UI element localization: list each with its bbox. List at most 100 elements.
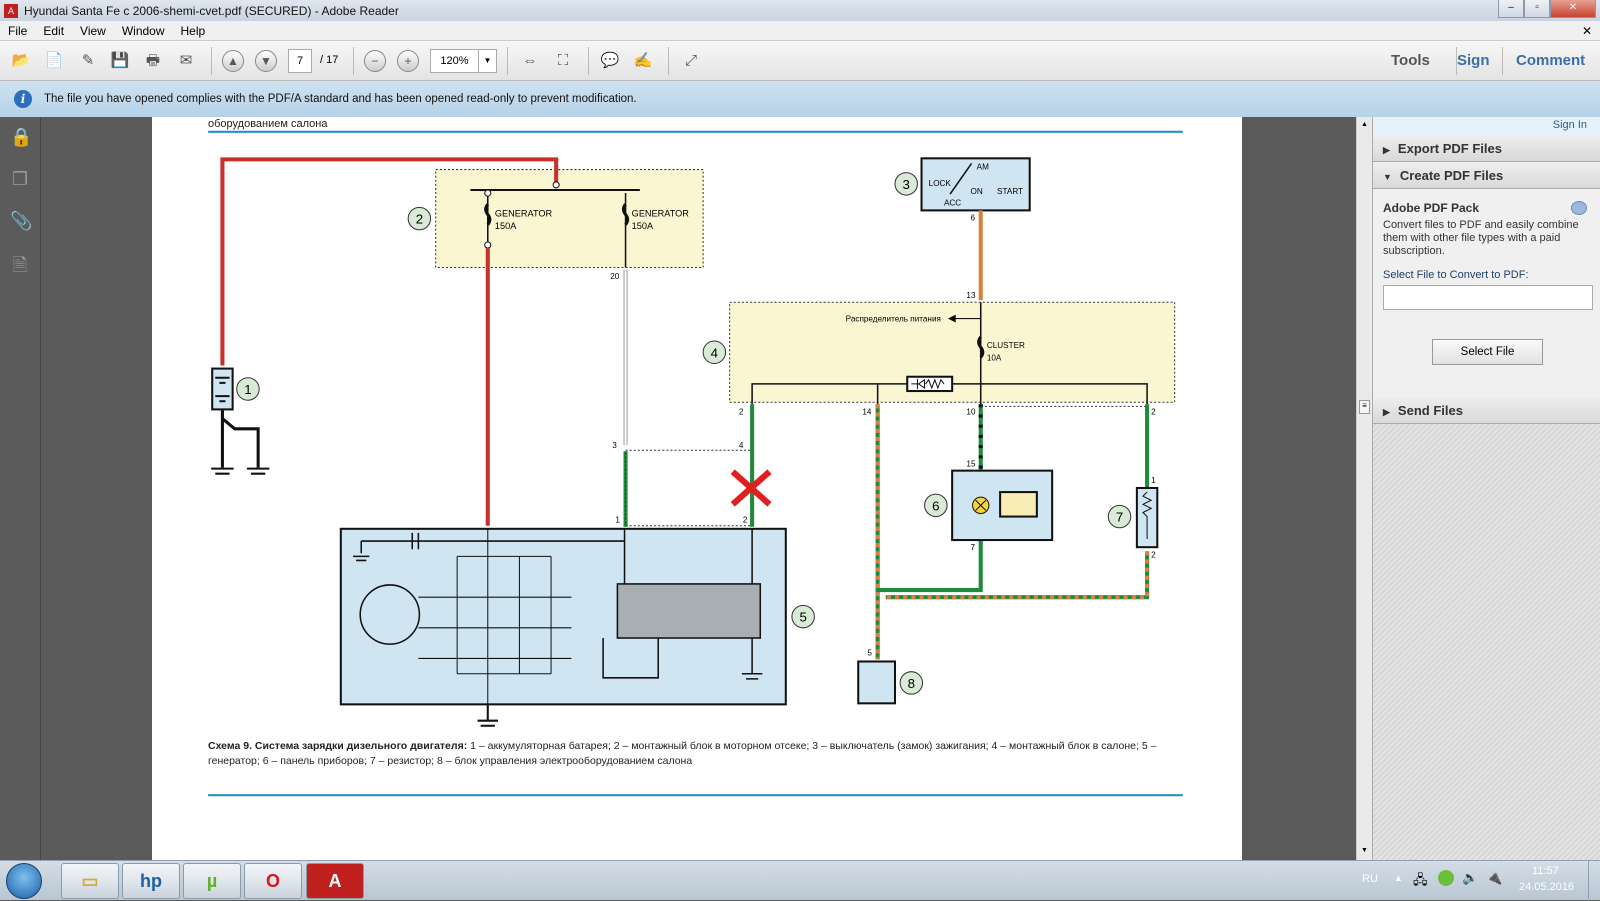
pin-label: 14: [862, 408, 872, 417]
attachment-icon[interactable]: 📎: [10, 211, 32, 233]
full-screen-icon[interactable]: ⤢: [680, 50, 702, 72]
sign-tab[interactable]: Sign: [1457, 52, 1490, 69]
pin-label: 7: [971, 543, 976, 552]
fuse-label: CLUSTER: [987, 341, 1025, 350]
callout-3: 3: [894, 172, 918, 196]
open-icon[interactable]: 📂: [10, 50, 32, 72]
callout-2: 2: [407, 206, 432, 231]
send-files-section[interactable]: ▶ Send Files: [1373, 397, 1600, 424]
svg-text:3: 3: [903, 177, 910, 192]
switch-label: ON: [971, 187, 983, 196]
export-pdf-section[interactable]: ▶ Export PDF Files: [1373, 135, 1600, 162]
pin-label: 2: [1151, 550, 1156, 559]
pin-label: 15: [966, 460, 976, 469]
figure-caption: Схема 9. Система зарядки дизельного двиг…: [208, 739, 1186, 769]
menu-edit[interactable]: Edit: [35, 24, 72, 38]
zoom-out-icon[interactable]: −: [364, 50, 386, 72]
file-path-input[interactable]: [1383, 285, 1593, 310]
next-page-icon[interactable]: ▼: [255, 50, 277, 72]
sign-in-link[interactable]: Sign In: [1373, 117, 1600, 135]
show-hidden-icons[interactable]: ▲: [1394, 873, 1403, 883]
minimize-button[interactable]: –: [1498, 0, 1524, 18]
page-total: / 17: [320, 54, 339, 66]
taskbar-utorrent[interactable]: µ: [183, 863, 241, 899]
pin-label: 4: [739, 441, 744, 450]
menu-window[interactable]: Window: [114, 24, 173, 38]
chevron-down-icon[interactable]: ▼: [478, 50, 496, 72]
caret-right-icon: ▶: [1383, 407, 1390, 417]
taskbar: ▭ hp µ O A RU ▲ 🖧 🔈 🔌 11:57 24.05.2016: [0, 860, 1600, 901]
volume-icon[interactable]: 🔈: [1462, 870, 1478, 886]
pin-label: 1: [1151, 476, 1156, 485]
fit-width-icon[interactable]: ⇔: [519, 50, 541, 72]
header-fragment: оборудованием салона: [208, 118, 328, 130]
scroll-up-icon[interactable]: ▲: [1357, 121, 1372, 128]
power-icon[interactable]: 🔌: [1486, 870, 1502, 886]
previous-page-icon[interactable]: ▲: [222, 50, 244, 72]
start-button[interactable]: [6, 863, 42, 899]
scroll-down-icon[interactable]: ▼: [1361, 847, 1368, 854]
fuse-rating: 10A: [987, 353, 1002, 362]
taskbar-adobe-reader[interactable]: A: [306, 863, 364, 899]
menu-help[interactable]: Help: [173, 24, 214, 38]
comment-tab[interactable]: Comment: [1516, 52, 1585, 69]
title-bar: A Hyundai Santa Fe c 2006-shemi-cvet.pdf…: [0, 0, 1600, 21]
pack-title: Adobe PDF Pack: [1383, 201, 1480, 215]
info-icon: i: [14, 90, 32, 108]
callout-6: 6: [924, 493, 948, 518]
switch-label: LOCK: [929, 179, 952, 188]
utorrent-tray-icon[interactable]: [1438, 870, 1454, 886]
maximize-button[interactable]: ▫: [1524, 0, 1550, 18]
comment-icon[interactable]: 💬: [599, 50, 621, 72]
zoom-select[interactable]: 120% ▼: [430, 49, 497, 73]
taskbar-hp[interactable]: hp: [122, 863, 180, 899]
svg-text:8: 8: [908, 676, 915, 691]
callout-5: 5: [791, 604, 815, 629]
adobe-reader-icon: A: [4, 3, 18, 18]
network-icon[interactable]: 🖧: [1413, 871, 1428, 893]
page-number-input[interactable]: [288, 49, 312, 73]
email-icon[interactable]: ✉: [175, 50, 197, 72]
battery-lamp-icon: [999, 491, 1038, 518]
close-button[interactable]: ✕: [1550, 0, 1596, 18]
lock-icon[interactable]: 🔒: [10, 127, 32, 149]
body-control-module: [857, 660, 897, 705]
svg-text:1: 1: [244, 382, 251, 397]
tools-tab[interactable]: Tools: [1391, 52, 1430, 69]
toolbar: 📂 📄 ✎ 💾 🖶 ✉ ▲ ▼ / 17 − + 120% ▼ ⇔ ⛶ 💬 ✍ …: [0, 41, 1600, 81]
menu-view[interactable]: View: [72, 24, 114, 38]
highlight-icon[interactable]: ✍: [632, 50, 654, 72]
svg-text:7: 7: [1116, 510, 1123, 525]
info-message: The file you have opened complies with t…: [44, 93, 637, 105]
info-bar: i The file you have opened complies with…: [0, 81, 1600, 117]
print-icon[interactable]: 🖶: [142, 50, 164, 72]
svg-text:2: 2: [416, 212, 423, 227]
svg-text:4: 4: [711, 345, 718, 360]
battery: [211, 367, 234, 411]
voltage-regulator: [616, 583, 762, 639]
pack-description: Convert files to PDF and easily combine …: [1383, 219, 1579, 257]
signature-icon[interactable]: 🗎: [10, 253, 30, 275]
clock-date[interactable]: 24.05.2016: [1519, 881, 1574, 893]
create-pdf-icon[interactable]: 📄: [43, 50, 65, 72]
scroll-thumb[interactable]: ≡: [1359, 400, 1370, 414]
fit-page-icon[interactable]: ⛶: [552, 50, 574, 72]
zoom-in-icon[interactable]: +: [397, 50, 419, 72]
pages-icon[interactable]: ❐: [10, 169, 30, 191]
close-document-button[interactable]: ✕: [1574, 24, 1600, 38]
language-indicator[interactable]: RU: [1362, 873, 1378, 885]
edit-icon[interactable]: ✎: [77, 50, 99, 72]
save-icon[interactable]: 💾: [109, 50, 131, 72]
show-desktop-button[interactable]: [1588, 861, 1600, 901]
vertical-scrollbar[interactable]: ▲ ≡ ▼: [1356, 117, 1372, 860]
taskbar-opera[interactable]: O: [244, 863, 302, 899]
select-file-button[interactable]: Select File: [1432, 339, 1543, 365]
clock-time[interactable]: 11:57: [1532, 865, 1559, 877]
pdf-page: GENERATOR 150A GENERATOR 150A 20 3 1 4 2…: [152, 117, 1242, 860]
window-title: Hyundai Santa Fe c 2006-shemi-cvet.pdf (…: [24, 3, 399, 18]
create-pdf-section[interactable]: ▼ Create PDF Files: [1373, 162, 1600, 189]
callout-1: 1: [236, 377, 260, 401]
taskbar-explorer[interactable]: ▭: [61, 863, 119, 899]
menu-file[interactable]: File: [0, 24, 35, 38]
pin-label: 3: [612, 441, 617, 450]
